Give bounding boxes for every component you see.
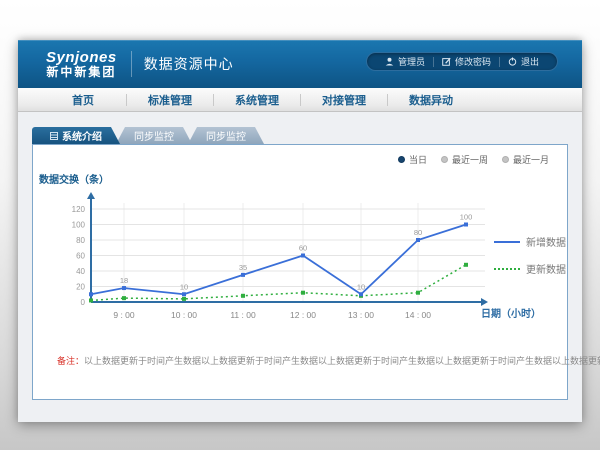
tab-system-intro[interactable]: 系统介绍 [32,127,120,144]
nav-item-standard-mgmt[interactable]: 标准管理 [127,92,213,108]
edit-icon [442,57,451,66]
nav-item-data-change[interactable]: 数据异动 [388,92,474,108]
user-icon [385,57,394,66]
current-user-label: 管理员 [398,55,425,68]
x-axis-label: 日期（小时） [481,305,541,320]
power-icon [508,57,517,66]
chart-legend: 新增数据 更新数据 [494,234,566,276]
svg-text:35: 35 [239,263,247,272]
legend-label: 新增数据 [526,234,566,249]
main-nav: 首页 标准管理 系统管理 对接管理 数据异动 [18,88,582,112]
nav-item-interface-mgmt[interactable]: 对接管理 [301,92,387,108]
current-user-button[interactable]: 管理员 [377,55,433,68]
svg-text:100: 100 [460,213,473,222]
tab-label: 系统介绍 [62,128,102,143]
logout-button[interactable]: 退出 [500,55,547,68]
svg-text:0: 0 [81,298,86,307]
svg-text:40: 40 [76,267,85,276]
legend-item-new-data: 新增数据 [494,234,566,249]
document-grid-icon [50,132,58,140]
page-background: Synjones 新中新集团 数据资源中心 管理员 [0,0,600,450]
tab-bar: 系统介绍 同步监控 同步监控 [32,127,264,144]
svg-text:10: 10 [180,282,188,291]
legend-line-dotted-icon [494,268,520,270]
logo-text-cn: 新中新集团 [46,66,117,79]
footnote: 备注：以上数据更新于时间产生数据以上数据更新于时间产生数据以上数据更新于时间产生… [57,354,600,367]
svg-text:80: 80 [414,228,422,237]
svg-text:9 : 00: 9 : 00 [113,310,135,320]
app-header: Synjones 新中新集团 数据资源中心 管理员 [18,40,582,88]
legend-label: 更新数据 [526,261,566,276]
app-window: Synjones 新中新集团 数据资源中心 管理员 [18,40,582,422]
logout-label: 退出 [521,55,539,68]
tab-sync-monitor-2[interactable]: 同步监控 [188,127,264,144]
nav-item-home[interactable]: 首页 [40,92,126,108]
logo-text-en: Synjones [46,50,117,66]
svg-text:100: 100 [72,221,86,230]
tab-label: 同步监控 [134,128,174,143]
svg-text:11 : 00: 11 : 00 [230,310,256,320]
svg-text:120: 120 [72,205,86,214]
footnote-text: 以上数据更新于时间产生数据以上数据更新于时间产生数据以上数据更新于时间产生数据以… [84,356,600,366]
svg-text:60: 60 [76,252,85,261]
svg-text:20: 20 [76,283,85,292]
header-divider [131,51,132,77]
tab-sync-monitor-1[interactable]: 同步监控 [116,127,192,144]
footnote-prefix: 备注： [57,356,84,366]
svg-text:10: 10 [357,282,365,291]
nav-item-system-mgmt[interactable]: 系统管理 [214,92,300,108]
app-title: 数据资源中心 [144,54,234,74]
svg-text:12 : 00: 12 : 00 [290,310,316,320]
legend-line-solid-icon [494,241,520,243]
change-password-label: 修改密码 [455,55,491,68]
brand-logo: Synjones 新中新集团 [46,50,117,78]
chart-panel: 当日 最近一周 最近一月 数据交换（条） 0204060801001209 : … [32,144,568,400]
legend-item-update-data: 更新数据 [494,261,566,276]
content-area: 系统介绍 同步监控 同步监控 当日 最近一周 [18,113,582,422]
svg-text:13 : 00: 13 : 00 [348,310,374,320]
tab-label: 同步监控 [206,128,246,143]
svg-text:18: 18 [120,276,128,285]
svg-text:10 : 00: 10 : 00 [171,310,197,320]
user-toolbar: 管理员 修改密码 退出 [366,52,558,71]
change-password-button[interactable]: 修改密码 [434,55,499,68]
svg-text:14 : 00: 14 : 00 [405,310,431,320]
svg-text:80: 80 [76,236,85,245]
svg-text:60: 60 [299,244,307,253]
